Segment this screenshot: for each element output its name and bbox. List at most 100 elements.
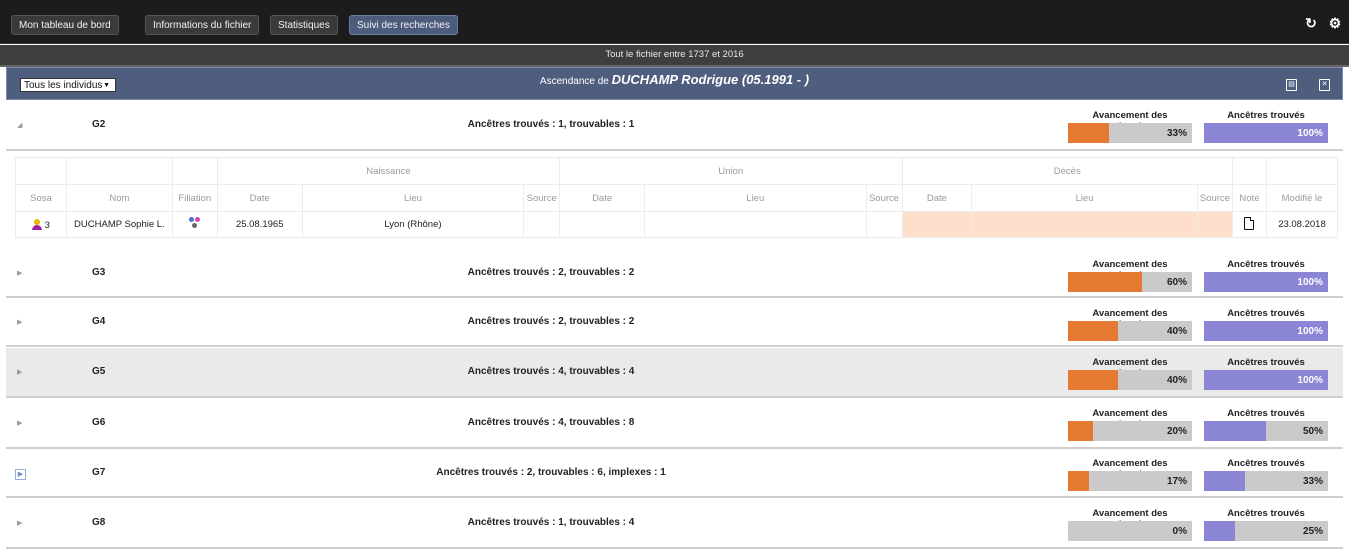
generation-row[interactable]: ▶ G7 Ancêtres trouvés : 2, trouvables : 6,…: [6, 449, 1343, 498]
col-note[interactable]: Note: [1231, 184, 1267, 212]
research-progress-bar: 20%: [1068, 421, 1192, 441]
col-filiation[interactable]: Filiation: [171, 184, 218, 212]
header-empty: [65, 157, 173, 185]
expand-toggle-icon[interactable]: ▶: [17, 419, 22, 427]
generation-summary: Ancêtres trouvés : 4, trouvables : 4: [467, 366, 635, 377]
expand-toggle-icon[interactable]: ▶: [17, 519, 22, 527]
found-percent: 100%: [1297, 375, 1323, 386]
expand-toggle-icon[interactable]: ▶: [17, 368, 22, 376]
nom-cell[interactable]: DUCHAMP Sophie L.: [65, 211, 173, 238]
generation-label: G8: [92, 517, 106, 528]
tab-research-tracking[interactable]: Suivi des recherches: [349, 15, 458, 35]
generation-row[interactable]: ▶ G8 Ancêtres trouvés : 1, trouvables : 4 A…: [6, 499, 1343, 549]
table-row[interactable]: 3 DUCHAMP Sophie L. 25.08.1965 Lyon (Rhô…: [15, 211, 1339, 238]
research-progress-bar: 33%: [1068, 123, 1192, 143]
deces-lieu-cell: [971, 211, 1198, 238]
col-modifie[interactable]: Modifié le: [1265, 184, 1339, 212]
found-percent: 100%: [1297, 128, 1323, 139]
ancestors-found-bar: 33%: [1204, 471, 1328, 491]
found-title: Ancêtres trouvés: [1227, 357, 1305, 368]
generation-summary: Ancêtres trouvés : 4, trouvables : 8: [467, 417, 635, 428]
found-title: Ancêtres trouvés: [1227, 408, 1305, 419]
tab-statistics[interactable]: Statistiques: [270, 15, 338, 35]
generation-label: G4: [92, 316, 106, 327]
header-empty: [15, 157, 67, 185]
person-icon: [32, 218, 42, 230]
found-title: Ancêtres trouvés: [1227, 110, 1305, 121]
found-title: Ancêtres trouvés: [1227, 259, 1305, 270]
expand-toggle-icon[interactable]: ▶: [17, 318, 22, 326]
col-union-source[interactable]: Source: [865, 184, 903, 212]
ancestor-table: Naissance Union Décès Sosa Nom Filiation…: [15, 157, 1339, 238]
union-lieu-cell: [644, 211, 867, 238]
generation-row[interactable]: ▶ G3 Ancêtres trouvés : 2, trouvables : 2 A…: [6, 250, 1343, 298]
col-union-date[interactable]: Date: [559, 184, 646, 212]
settings-icon[interactable]: ⚙: [1327, 14, 1343, 32]
header-empty: [1231, 157, 1267, 185]
page-title: Ascendance de DUCHAMP Rodrigue (05.1991 …: [7, 72, 1342, 87]
generation-label: G3: [92, 267, 106, 278]
tab-file-info[interactable]: Informations du fichier: [145, 15, 260, 35]
col-sosa[interactable]: Sosa: [15, 184, 67, 212]
col-nom[interactable]: Nom: [65, 184, 173, 212]
naissance-lieu-cell: Lyon (Rhône): [301, 211, 525, 238]
col-naissance-lieu[interactable]: Lieu: [301, 184, 525, 212]
period-subtitle: Tout le fichier entre 1737 et 2016: [0, 45, 1349, 65]
research-progress-bar: 40%: [1068, 321, 1192, 341]
progress-fill: [1068, 272, 1143, 292]
found-percent: 100%: [1297, 277, 1323, 288]
ancestors-found-bar: 25%: [1204, 521, 1328, 541]
generation-row[interactable]: ▶ G6 Ancêtres trouvés : 4, trouvables : 8 A…: [6, 399, 1343, 449]
collapse-toggle-icon[interactable]: ◢: [17, 121, 22, 129]
generation-label: G5: [92, 366, 106, 377]
page-title-person: DUCHAMP Rodrigue (05.1991 - ): [611, 72, 810, 87]
found-percent: 100%: [1297, 326, 1323, 337]
progress-fill: [1068, 370, 1118, 390]
expand-toggle-icon[interactable]: ▶: [17, 269, 22, 277]
col-deces-source[interactable]: Source: [1196, 184, 1233, 212]
filiation-icon[interactable]: [188, 217, 201, 229]
group-naissance: Naissance: [216, 157, 561, 185]
col-deces-date[interactable]: Date: [901, 184, 973, 212]
col-naissance-source[interactable]: Source: [523, 184, 561, 212]
col-deces-lieu[interactable]: Lieu: [971, 184, 1198, 212]
progress-fill: [1068, 321, 1118, 341]
col-naissance-date[interactable]: Date: [216, 184, 303, 212]
research-progress-bar: 17%: [1068, 471, 1192, 491]
progress-percent: 0%: [1172, 526, 1187, 537]
found-percent: 33%: [1302, 476, 1323, 487]
union-date-cell: [559, 211, 646, 238]
generation-row[interactable]: ▶ G5 Ancêtres trouvés : 4, trouvables : 4 A…: [6, 348, 1343, 398]
ancestors-found-bar: 100%: [1204, 370, 1328, 390]
progress-percent: 17%: [1166, 476, 1187, 487]
progress-fill: [1068, 471, 1090, 491]
progress-fill: [1068, 123, 1109, 143]
found-fill: [1204, 471, 1245, 491]
generation-summary: Ancêtres trouvés : 1, trouvables : 1: [467, 119, 635, 130]
sosa-number: 3: [44, 219, 50, 231]
research-progress-bar: 60%: [1068, 272, 1192, 292]
refresh-icon[interactable]: ↻: [1303, 14, 1319, 32]
found-title: Ancêtres trouvés: [1227, 458, 1305, 469]
expand-toggle-icon[interactable]: ▶: [15, 469, 26, 480]
sosa-cell: 3: [15, 211, 67, 238]
tab-dashboard[interactable]: Mon tableau de bord: [11, 15, 119, 35]
ancestors-found-bar: 100%: [1204, 272, 1328, 292]
found-title: Ancêtres trouvés: [1227, 508, 1305, 519]
generation-row[interactable]: ▶ G4 Ancêtres trouvés : 2, trouvables : 2 A…: [6, 299, 1343, 347]
research-progress-bar: 40%: [1068, 370, 1192, 390]
col-union-lieu[interactable]: Lieu: [644, 184, 867, 212]
ancestors-found-bar: 50%: [1204, 421, 1328, 441]
note-icon[interactable]: [1244, 216, 1255, 230]
generation-label: G2: [92, 119, 106, 130]
generation-label: G7: [92, 467, 106, 478]
ascendance-header: Tous les individus ▼ Ascendance de DUCHA…: [6, 67, 1343, 100]
ancestors-found-bar: 100%: [1204, 123, 1328, 143]
research-progress-bar: 0%: [1068, 521, 1192, 541]
top-nav: Mon tableau de bord Informations du fich…: [0, 0, 1349, 44]
excel-export-icon[interactable]: ✕: [1319, 79, 1330, 91]
found-percent: 25%: [1302, 526, 1323, 537]
generation-row[interactable]: ◢ G2 Ancêtres trouvés : 1, trouvables : 1 A…: [6, 101, 1343, 151]
progress-fill: [1068, 421, 1093, 441]
pdf-export-icon[interactable]: ▤: [1286, 79, 1297, 91]
